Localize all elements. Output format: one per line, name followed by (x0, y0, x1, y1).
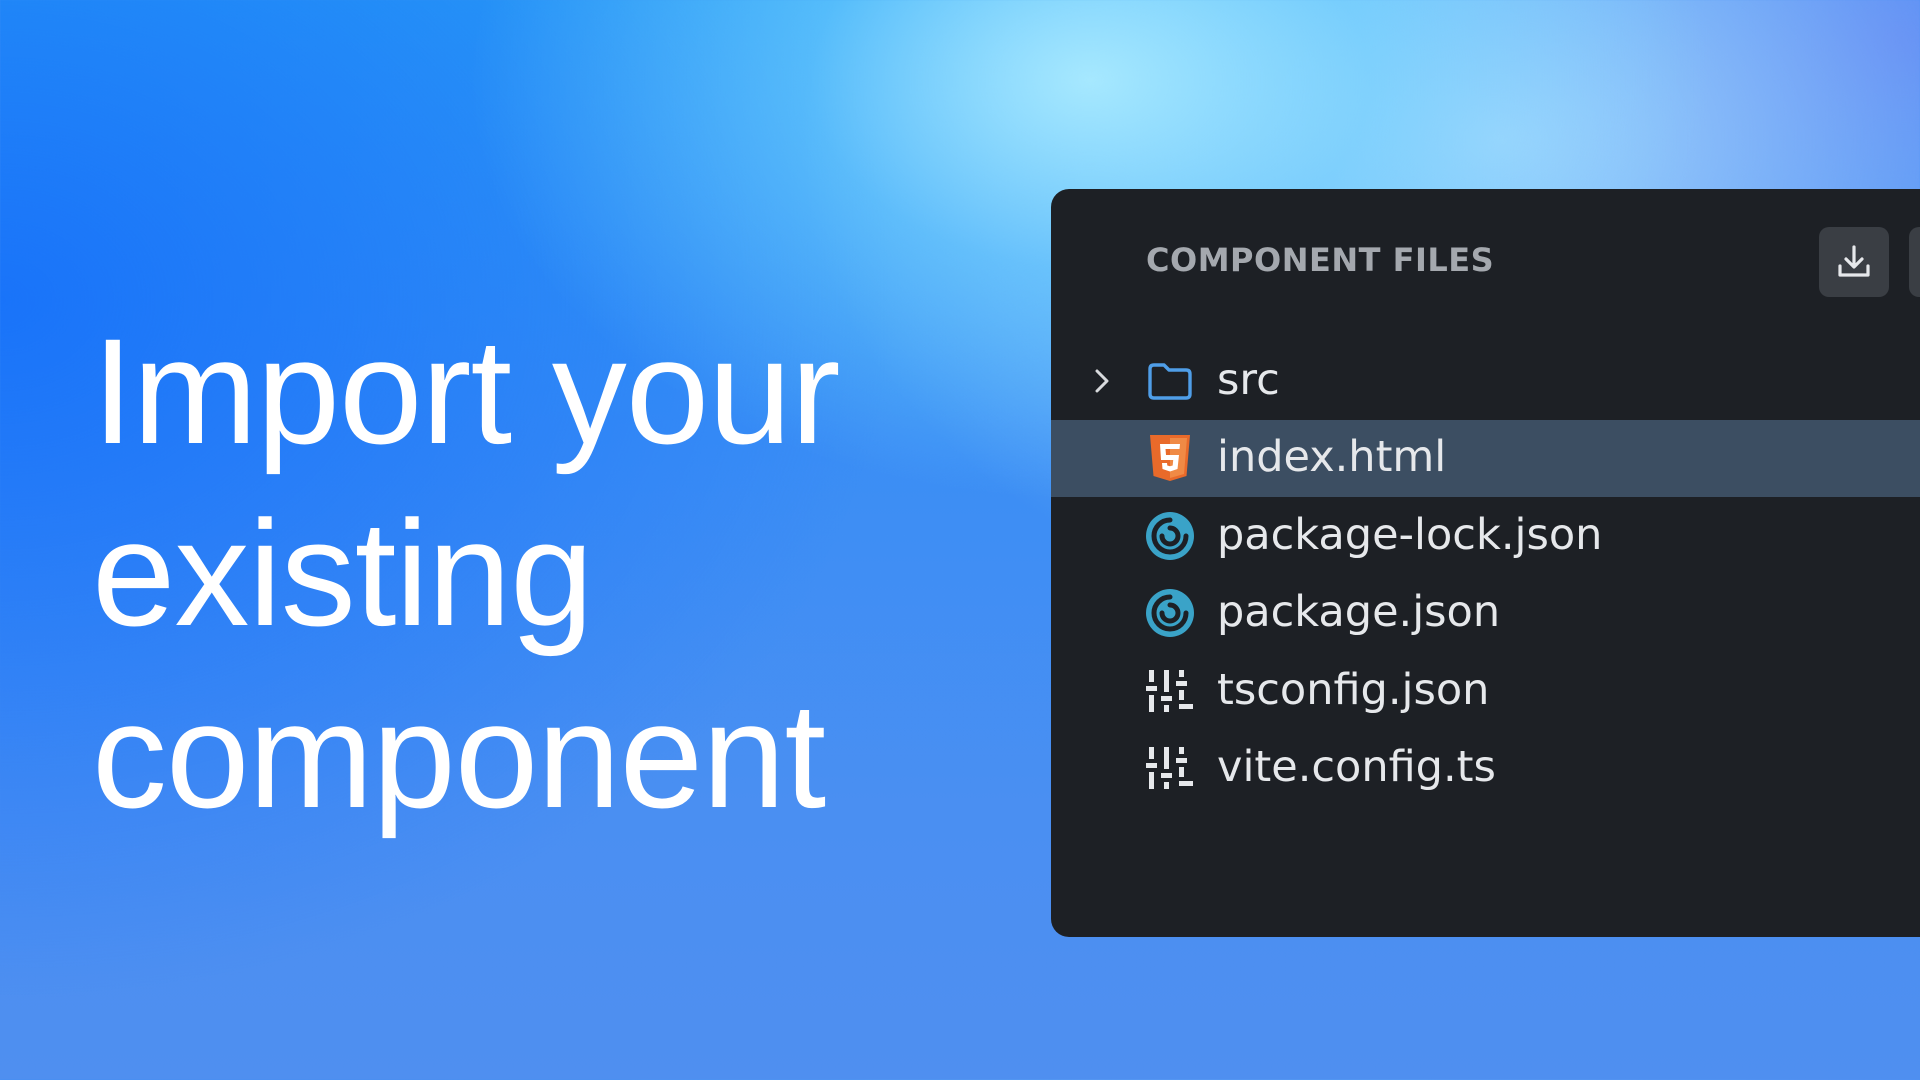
config-icon (1143, 741, 1197, 795)
config-icon (1143, 664, 1197, 718)
file-name: package.json (1217, 587, 1501, 638)
file-row-tsconfig-json[interactable]: tsconfig.json (1051, 652, 1920, 730)
component-files-panel: COMPONENT FILES src index.html package-l… (1051, 189, 1920, 937)
file-name: vite.config.ts (1217, 742, 1496, 793)
headline-line-3: component (92, 671, 826, 839)
file-row-vite-config-ts[interactable]: vite.config.ts (1051, 730, 1920, 808)
headline: Import your existing component (92, 300, 841, 846)
file-name: package-lock.json (1217, 509, 1603, 560)
more-button[interactable] (1909, 227, 1920, 297)
panel-title: COMPONENT FILES (1146, 241, 1495, 279)
file-row-index-html[interactable]: index.html (1051, 419, 1920, 497)
json-icon (1143, 509, 1197, 563)
file-row-src[interactable]: src (1051, 342, 1920, 420)
file-tree: src index.html package-lock.json package… (1051, 342, 1920, 807)
headline-line-2: existing (92, 489, 594, 657)
file-name: tsconfig.json (1217, 664, 1490, 715)
file-name: src (1217, 354, 1280, 405)
download-icon (1838, 245, 1870, 277)
download-button[interactable] (1819, 227, 1889, 297)
chevron-right-icon[interactable] (1087, 366, 1117, 396)
file-row-package-json[interactable]: package.json (1051, 575, 1920, 653)
json-icon (1143, 586, 1197, 640)
html5-icon (1143, 431, 1197, 485)
folder-icon (1143, 354, 1197, 408)
headline-line-1: Import your (92, 307, 841, 475)
panel-header: COMPONENT FILES (1051, 189, 1920, 309)
file-name: index.html (1217, 432, 1447, 483)
file-row-package-lock-json[interactable]: package-lock.json (1051, 497, 1920, 575)
